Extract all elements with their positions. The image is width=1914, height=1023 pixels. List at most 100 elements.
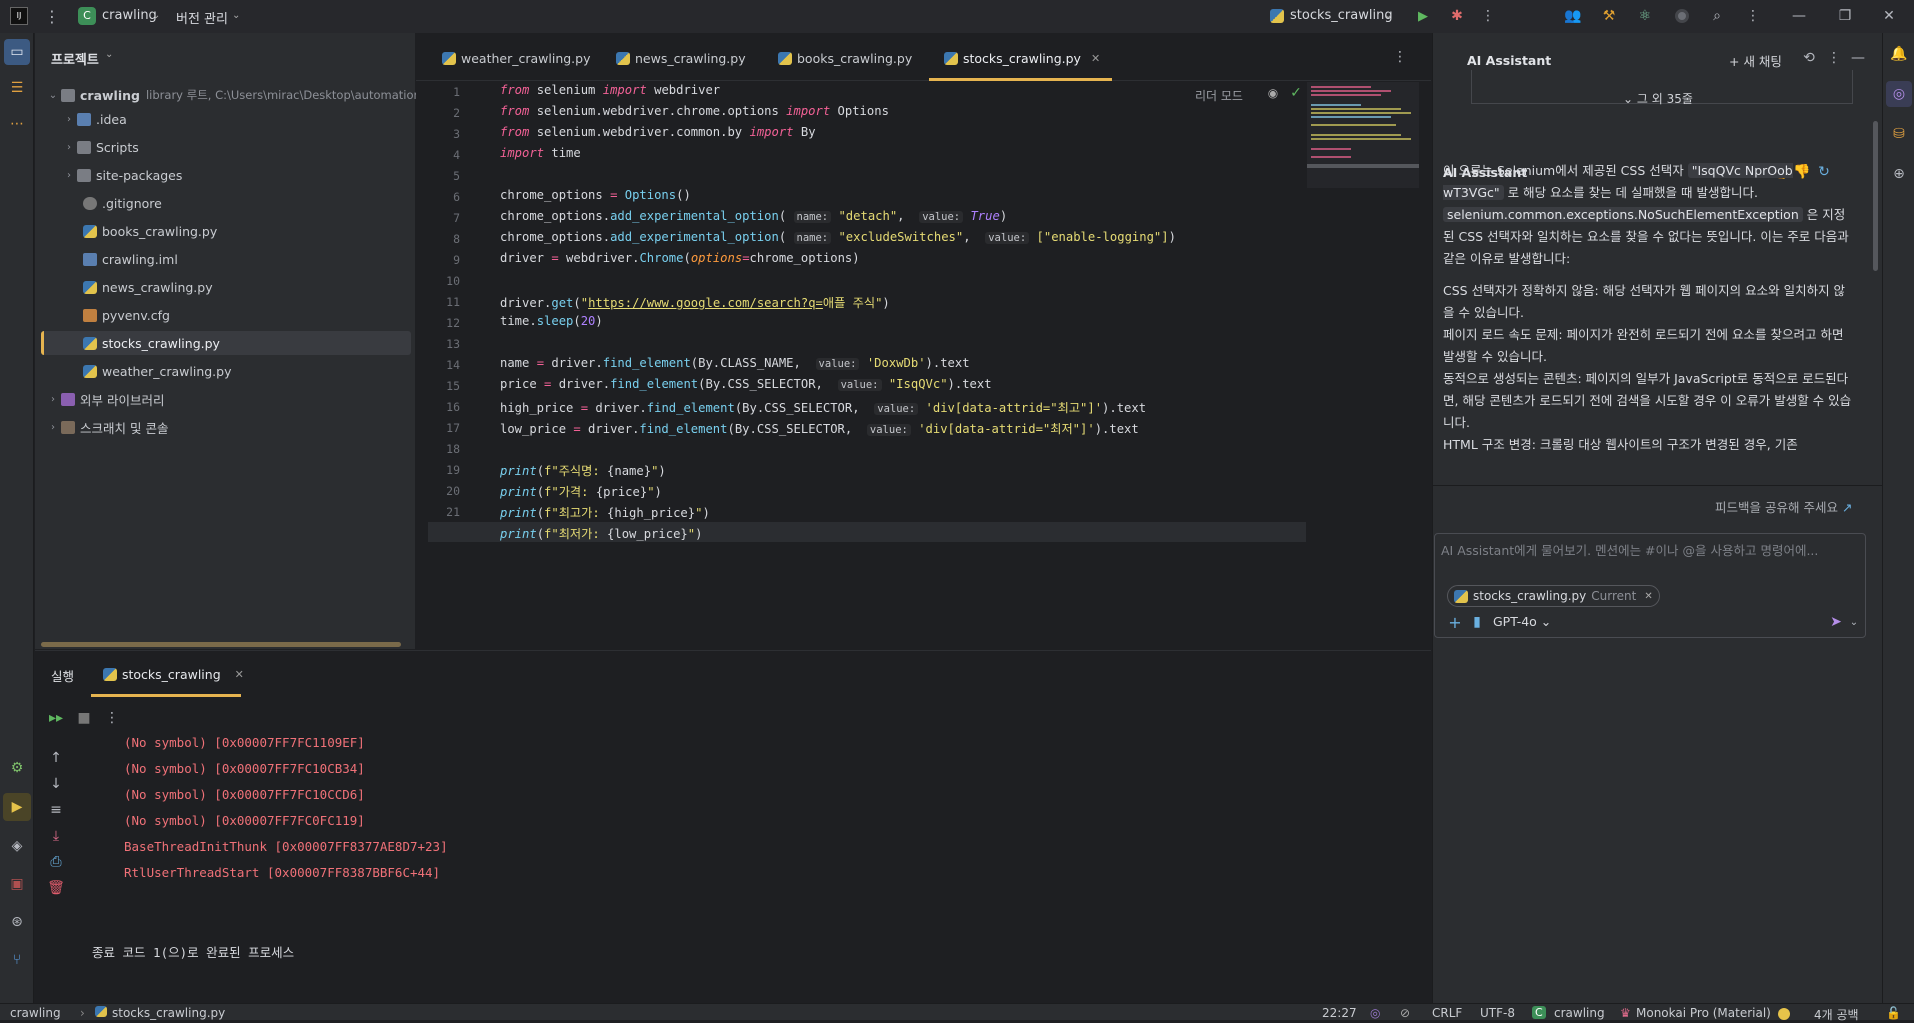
chat-input-placeholder[interactable]: AI Assistant에게 물어보기. 멘션에는 #이나 @을 사용하고 명령…	[1441, 540, 1859, 559]
tree-item-iml[interactable]: crawling.iml	[83, 247, 178, 271]
terminal-icon[interactable]: ▣	[4, 871, 30, 897]
chevron-down-icon[interactable]: ⌄	[105, 49, 113, 60]
avatar[interactable]	[1675, 9, 1689, 23]
scroll-up-icon[interactable]: ↑	[47, 749, 65, 767]
tab-stocks[interactable]: stocks_crawling.py ✕	[944, 46, 1100, 70]
tree-item-gitignore[interactable]: .gitignore	[83, 191, 162, 215]
run-config-selector[interactable]: stocks_crawling	[1290, 8, 1393, 23]
main-menu-icon[interactable]: ⋮	[44, 7, 60, 26]
indent-setting[interactable]: 4개 공백	[1814, 1006, 1859, 1023]
tab-menu-icon[interactable]: ⋮	[1392, 47, 1408, 67]
code-line[interactable]: high_price = driver.find_element(By.CSS_…	[500, 398, 1146, 416]
project-switcher[interactable]: crawling	[102, 8, 157, 23]
theme-name[interactable]: Monokai Pro (Material)	[1636, 1006, 1771, 1020]
code-line[interactable]: driver.get("https://www.google.com/searc…	[500, 293, 890, 311]
code-line[interactable]: driver = webdriver.Chrome(options=chrome…	[500, 251, 860, 265]
code-line[interactable]: from selenium import webdriver	[500, 83, 720, 97]
horizontal-scrollbar[interactable]	[41, 642, 401, 647]
code-line[interactable]: print(f"최고가: {high_price}")	[500, 503, 710, 521]
check-icon[interactable]: ✓	[1288, 85, 1304, 101]
eye-off-icon[interactable]: ◉	[1265, 85, 1281, 101]
debug-icon[interactable]: ✱	[1448, 7, 1466, 25]
scroll-end-icon[interactable]: ⤓	[47, 827, 65, 845]
attachment-icon[interactable]: ▮	[1469, 612, 1485, 632]
minimize-icon[interactable]: —	[1790, 7, 1808, 25]
chevron-right-icon[interactable]: ›	[61, 170, 77, 181]
tree-item-pyvenv[interactable]: pyvenv.cfg	[83, 303, 170, 327]
database-icon[interactable]: ⛁	[1888, 123, 1910, 145]
context-chip[interactable]: stocks_crawling.py Current ✕	[1447, 585, 1660, 607]
tree-item-scratches[interactable]: › 스크래치 및 콘솔	[45, 415, 168, 439]
chevron-down-icon[interactable]: ⌄	[232, 10, 240, 21]
code-line[interactable]: from selenium.webdriver.chrome.options i…	[500, 104, 889, 118]
vcs-menu[interactable]: 버전 관리	[176, 8, 228, 27]
code-line[interactable]: import time	[500, 146, 581, 160]
rerun-icon[interactable]: ▸▸	[47, 709, 65, 727]
file-encoding[interactable]: UTF-8	[1480, 1006, 1515, 1020]
chat-scrollbar[interactable]	[1873, 121, 1878, 271]
chevron-right-icon[interactable]: ›	[61, 114, 77, 125]
collab-icon[interactable]: 👥	[1564, 7, 1582, 25]
project-tool-icon[interactable]: ▭	[4, 39, 30, 65]
tab-books[interactable]: books_crawling.py	[778, 46, 912, 70]
scroll-down-icon[interactable]: ↓	[47, 775, 65, 793]
line-separator[interactable]: CRLF	[1432, 1006, 1462, 1020]
run-tab[interactable]: stocks_crawling ✕	[103, 663, 244, 685]
send-icon[interactable]: ➤	[1827, 612, 1845, 632]
chevron-right-icon[interactable]: ›	[61, 142, 77, 153]
run-icon[interactable]: ▶	[1414, 7, 1432, 25]
code-line[interactable]: name = driver.find_element(By.CLASS_NAME…	[500, 356, 970, 370]
feedback-link[interactable]: 피드백을 공유해 주세요 ↗	[1715, 497, 1852, 516]
tree-item-external[interactable]: › 외부 라이브러리	[45, 387, 164, 411]
services-gear-icon[interactable]: ⚙	[4, 755, 30, 781]
settings-menu-icon[interactable]: ⋮	[1745, 7, 1761, 25]
tree-root[interactable]: ⌄ crawling library 루트, C:\Users\mirac\Desk…	[45, 83, 450, 107]
code-line[interactable]: low_price = driver.find_element(By.CSS_S…	[500, 419, 1139, 437]
layers-icon[interactable]: ◈	[4, 833, 30, 859]
hide-panel-icon[interactable]: —	[1849, 49, 1867, 67]
tree-item-weather[interactable]: weather_crawling.py	[83, 359, 231, 383]
more-icon[interactable]: ⋮	[1480, 7, 1496, 25]
tree-item-books[interactable]: books_crawling.py	[83, 219, 217, 243]
breadcrumb-file[interactable]: stocks_crawling.py	[95, 1006, 225, 1020]
code-line[interactable]: chrome_options.add_experimental_option( …	[500, 209, 1007, 223]
code-line[interactable]: from selenium.webdriver.common.by import…	[500, 125, 816, 139]
tree-item-news[interactable]: news_crawling.py	[83, 275, 213, 299]
notifications-icon[interactable]: 🔔	[1888, 43, 1910, 65]
stop-icon[interactable]: ■	[75, 709, 93, 727]
trash-icon[interactable]: 🗑	[47, 879, 65, 897]
code-line[interactable]: print(f"가격: {price}")	[500, 482, 662, 500]
chevron-right-icon[interactable]: ›	[45, 394, 61, 405]
chevron-down-icon[interactable]: ⌄	[45, 90, 61, 101]
expand-lines-toggle[interactable]: ⌄ 그 외 35줄	[1623, 90, 1693, 107]
minimap[interactable]	[1307, 82, 1419, 188]
chat-input-box[interactable]: AI Assistant에게 물어보기. 멘션에는 #이나 @을 사용하고 명령…	[1434, 533, 1866, 638]
tree-item-scripts[interactable]: › Scripts	[61, 135, 139, 159]
tree-item-stocks[interactable]: stocks_crawling.py	[83, 331, 220, 355]
ai-status-icon[interactable]: ◎	[1370, 1006, 1380, 1020]
structure-icon[interactable]: ☰	[4, 75, 30, 101]
reader-mode-toggle[interactable]: 리더 모드	[1195, 87, 1243, 104]
code-line[interactable]: print(f"최저가: {low_price}")	[500, 524, 702, 542]
close-icon[interactable]: ✕	[1880, 7, 1898, 25]
add-context-icon[interactable]: +	[1447, 612, 1463, 632]
code-line[interactable]: print(f"주식명: {name}")	[500, 461, 666, 479]
url-link[interactable]: https://www.google.com/search?q=	[588, 296, 823, 310]
code-line[interactable]: price = driver.find_element(By.CSS_SELEC…	[500, 377, 992, 391]
new-chat-button[interactable]: + 새 채팅	[1729, 51, 1782, 70]
more-icon[interactable]: ⋮	[105, 709, 119, 727]
close-tab-icon[interactable]: ✕	[235, 668, 244, 681]
chevron-down-icon[interactable]: ⌄	[1847, 612, 1861, 632]
problems-icon[interactable]: ⊛	[4, 909, 30, 935]
git-icon[interactable]: ⑂	[4, 947, 30, 973]
chevron-down-icon[interactable]: ⌄	[1384, 10, 1392, 21]
search-icon[interactable]: ⌕	[1708, 7, 1726, 25]
more-icon[interactable]: ⋮	[1827, 49, 1841, 67]
close-tab-icon[interactable]: ✕	[1091, 52, 1100, 65]
wrap-icon[interactable]: ≡	[47, 801, 65, 819]
tab-news[interactable]: news_crawling.py	[616, 46, 746, 70]
ai-assistant-tool-icon[interactable]: ◎	[1886, 81, 1912, 107]
run-tool-icon[interactable]: ▶	[3, 793, 31, 821]
print-icon[interactable]: ⎙	[47, 853, 65, 871]
history-icon[interactable]: ⟲	[1800, 49, 1818, 67]
